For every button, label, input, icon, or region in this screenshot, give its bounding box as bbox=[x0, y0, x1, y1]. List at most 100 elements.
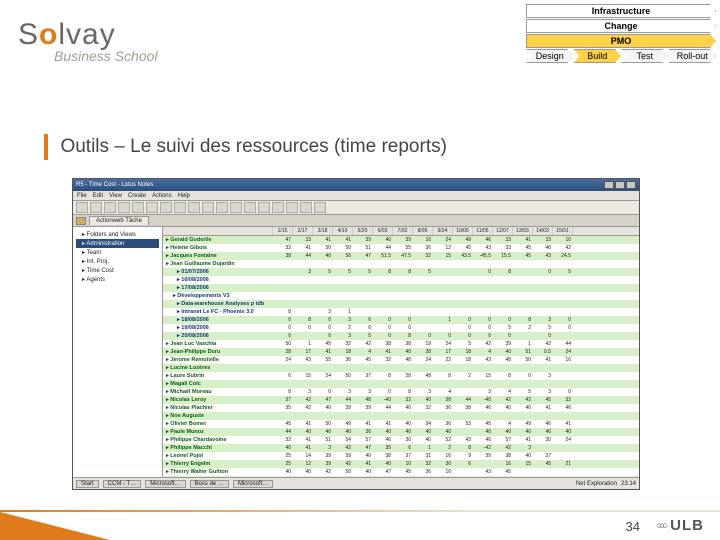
start-button[interactable]: Start bbox=[76, 480, 99, 488]
grid-header-date[interactable]: 12/07 bbox=[493, 227, 513, 235]
table-row[interactable]: ▸ Data-warehouse Analyses p tdb bbox=[163, 300, 639, 308]
table-row[interactable]: ▸ Développements V3 bbox=[163, 292, 639, 300]
toolbar-button[interactable] bbox=[202, 202, 214, 213]
grid-cell: 36 bbox=[333, 357, 353, 363]
grid-header-date[interactable]: 3/18 bbox=[313, 227, 333, 235]
grid-cell: 0 bbox=[553, 317, 573, 323]
tree-node[interactable]: ▸ Team bbox=[76, 248, 159, 257]
table-row[interactable]: ▸ Noe Auguste bbox=[163, 412, 639, 420]
window-titlebar[interactable]: R5 - Time Cost - Lotus Notes bbox=[73, 179, 639, 191]
menu-file[interactable]: File bbox=[77, 193, 87, 199]
grid-header-date[interactable]: 4/19 bbox=[333, 227, 353, 235]
toolbar-button[interactable] bbox=[216, 202, 228, 213]
grid-header-date[interactable]: 6/03 bbox=[373, 227, 393, 235]
table-row[interactable]: ▸ Olivier Bomer4541504941414034365345449… bbox=[163, 420, 639, 428]
table-row[interactable]: ▸ Thierry Walter Guitton4040425040474536… bbox=[163, 468, 639, 476]
grid-header-date[interactable]: 13/03 bbox=[513, 227, 533, 235]
table-row[interactable]: ▸ Jerome Remoiville244355364532482422184… bbox=[163, 356, 639, 364]
table-row[interactable]: ▸ Lucine Lozères bbox=[163, 364, 639, 372]
grid-cell: 44 bbox=[553, 341, 573, 347]
grid-header-date[interactable]: 11/05 bbox=[473, 227, 493, 235]
toolbar-button[interactable] bbox=[118, 202, 130, 213]
toolbar-button[interactable] bbox=[104, 202, 116, 213]
table-row[interactable]: ▸ Jean Luc Vaschia5014532423838192454239… bbox=[163, 340, 639, 348]
taskbar-item[interactable]: CCM - T… bbox=[103, 480, 142, 488]
tree-node[interactable]: ▸ Time Cost bbox=[76, 266, 159, 275]
table-row[interactable]: ▸ Jean-Philippe Duru28174118441402817184… bbox=[163, 348, 639, 356]
workspace-icon[interactable] bbox=[76, 217, 86, 225]
table-row[interactable]: ▸ 16/08/2006 bbox=[163, 276, 639, 284]
tree-node[interactable]: ▸ Folders and Views bbox=[76, 230, 159, 239]
toolbar-button[interactable] bbox=[76, 202, 88, 213]
table-row[interactable]: ▸ Nicolas Plachier3542403939444032363846… bbox=[163, 404, 639, 412]
table-row[interactable]: ▸ Magali Coïc bbox=[163, 380, 639, 388]
tree-node[interactable]: ▸ Int. Proj. bbox=[76, 257, 159, 266]
table-row[interactable]: ▸ Philippe Chardavoine324151545746304052… bbox=[163, 436, 639, 444]
toolbar-button[interactable] bbox=[174, 202, 186, 213]
tree-node[interactable]: ▸ Administration bbox=[76, 239, 159, 248]
table-row[interactable]: ▸ 01/07/200635558850805 bbox=[163, 268, 639, 276]
close-button[interactable] bbox=[626, 181, 636, 189]
table-row[interactable]: ▸ 19/08/20060002600005250 bbox=[163, 324, 639, 332]
grid-header-date[interactable]: 2/17 bbox=[293, 227, 313, 235]
menu-help[interactable]: Help bbox=[178, 193, 190, 199]
toolbar-button[interactable] bbox=[132, 202, 144, 213]
toolbar-button[interactable] bbox=[160, 202, 172, 213]
toolbar-button[interactable] bbox=[258, 202, 270, 213]
grid-cell: 57 bbox=[493, 437, 513, 443]
menu-edit[interactable]: Edit bbox=[93, 193, 103, 199]
toolbar-button[interactable] bbox=[230, 202, 242, 213]
table-row[interactable]: ▸ Laure Subrin615245037828488215803 bbox=[163, 372, 639, 380]
table-row[interactable]: ▸ Vincent Dumonoy34304041393640242440403… bbox=[163, 476, 639, 477]
toolbar-button[interactable] bbox=[314, 202, 326, 213]
taskbar-item[interactable]: Microsoft… bbox=[145, 480, 185, 488]
grid-header-date[interactable]: 10/05 bbox=[453, 227, 473, 235]
grid-cell: 0 bbox=[373, 333, 393, 339]
taskbar-item[interactable]: Microsoft… bbox=[233, 480, 273, 488]
taskbar-item[interactable]: Boss de … bbox=[190, 480, 229, 488]
table-row[interactable]: ▸ Gerald Goderlie47334141394039162449463… bbox=[163, 236, 639, 244]
logo-highlight: o bbox=[39, 18, 58, 51]
grid-cell: 0 bbox=[473, 317, 493, 323]
table-row[interactable]: ▸ Leonel Pujol25143939403837311693938403… bbox=[163, 452, 639, 460]
table-row[interactable]: ▸ 18/08/200608036001000830 bbox=[163, 316, 639, 324]
table-row[interactable]: ▸ Nicolas Leroy3742474448-4032403844-404… bbox=[163, 396, 639, 404]
maximize-button[interactable] bbox=[615, 181, 625, 189]
minimize-button[interactable] bbox=[604, 181, 614, 189]
table-row[interactable]: ▸ Thierry Engelm251239424140103230616154… bbox=[163, 460, 639, 468]
workspace-tab[interactable]: Actionweb Tâche bbox=[89, 216, 149, 225]
table-row[interactable]: ▸ Philippe Macchi404134247356128-42423 bbox=[163, 444, 639, 452]
toolbar-button[interactable] bbox=[146, 202, 158, 213]
grid-header-date[interactable]: 15/01 bbox=[553, 227, 573, 235]
grid-cell: 40 bbox=[413, 437, 433, 443]
table-row[interactable]: ▸ Intranet Le FC - Phoenix 3.0831 bbox=[163, 308, 639, 316]
grid-header-date[interactable]: 8/05 bbox=[413, 227, 433, 235]
menu-create[interactable]: Create bbox=[128, 193, 146, 199]
grid-header-date[interactable]: 5/20 bbox=[353, 227, 373, 235]
table-row[interactable]: ▸ 20/08/2006003508000000 bbox=[163, 332, 639, 340]
grid-header-date[interactable]: 1/15 bbox=[273, 227, 293, 235]
grid-header-date[interactable]: 14/03 bbox=[533, 227, 553, 235]
grid-cell: 50 bbox=[333, 373, 353, 379]
table-row[interactable]: ▸ Helene Gibois3241505051445536124543334… bbox=[163, 244, 639, 252]
toolbar-button[interactable] bbox=[286, 202, 298, 213]
toolbar-button[interactable] bbox=[244, 202, 256, 213]
slide-title-wrap: Outils – Le suivi des ressources (time r… bbox=[44, 134, 447, 160]
table-row[interactable]: ▸ Jacques Fontaine384440564751.547.53215… bbox=[163, 252, 639, 260]
grid-header-date[interactable]: 9/24 bbox=[433, 227, 453, 235]
toolbar-button[interactable] bbox=[272, 202, 284, 213]
tree-node[interactable]: ▸ Agents bbox=[76, 275, 159, 284]
grid-header-date[interactable]: 7/02 bbox=[393, 227, 413, 235]
table-row[interactable]: ▸ Paule Munoz444040403640404040404040404… bbox=[163, 428, 639, 436]
table-row[interactable]: ▸ 17/08/2006 bbox=[163, 284, 639, 292]
toolbar-button[interactable] bbox=[90, 202, 102, 213]
table-row[interactable]: ▸ Jean Guillaume Dujardin bbox=[163, 260, 639, 268]
grid-cell: 51.5 bbox=[373, 253, 393, 259]
table-row[interactable]: ▸ Michaël Moreau83033083434530 bbox=[163, 388, 639, 396]
grid-cell: 9 bbox=[453, 453, 473, 459]
toolbar-button[interactable] bbox=[300, 202, 312, 213]
menu-view[interactable]: View bbox=[109, 193, 122, 199]
grid-cell: 3 bbox=[513, 445, 533, 451]
toolbar-button[interactable] bbox=[188, 202, 200, 213]
menu-actions[interactable]: Actions bbox=[152, 193, 172, 199]
